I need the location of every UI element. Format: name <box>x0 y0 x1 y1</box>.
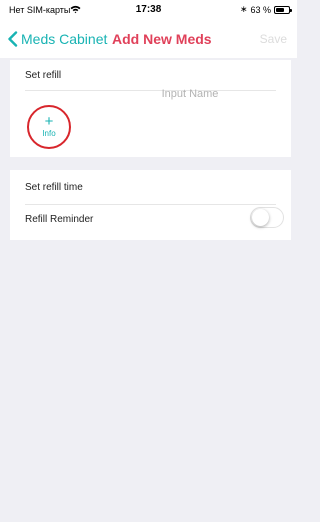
refill-card: Set refill + Info <box>10 60 291 157</box>
refill-reminder-toggle[interactable] <box>250 207 284 228</box>
save-button[interactable]: Save <box>260 32 287 46</box>
refill-time-card: Set refill time Refill Reminder <box>10 170 291 240</box>
info-button-label: Info <box>42 129 56 138</box>
status-indicators: ∗ 63 % <box>239 4 292 15</box>
set-refill-label: Set refill <box>25 70 62 81</box>
screen: Нет SIM-карты 17:38 ∗ 63 % Meds Cabinet … <box>0 0 297 522</box>
navigation-bar: Meds Cabinet Add New Meds Save <box>0 20 297 58</box>
battery-level <box>276 7 284 12</box>
status-bar: Нет SIM-карты 17:38 ∗ 63 % <box>0 0 297 20</box>
refill-reminder-label: Refill Reminder <box>25 214 94 225</box>
plus-icon: + <box>44 113 54 130</box>
chevron-left-icon <box>8 31 18 47</box>
set-refill-time-row[interactable]: Set refill time <box>25 182 83 193</box>
bluetooth-icon: ∗ <box>239 4 248 14</box>
back-button-label: Meds Cabinet <box>21 31 108 47</box>
back-button[interactable]: Meds Cabinet <box>6 31 107 47</box>
med-name-input[interactable] <box>105 86 275 102</box>
divider <box>25 204 276 205</box>
battery-icon <box>274 5 292 14</box>
page-title: Add New Meds <box>112 31 212 47</box>
battery-percent: 63 % <box>250 4 271 15</box>
toggle-knob <box>252 209 269 226</box>
info-button[interactable]: + Info <box>27 105 71 149</box>
